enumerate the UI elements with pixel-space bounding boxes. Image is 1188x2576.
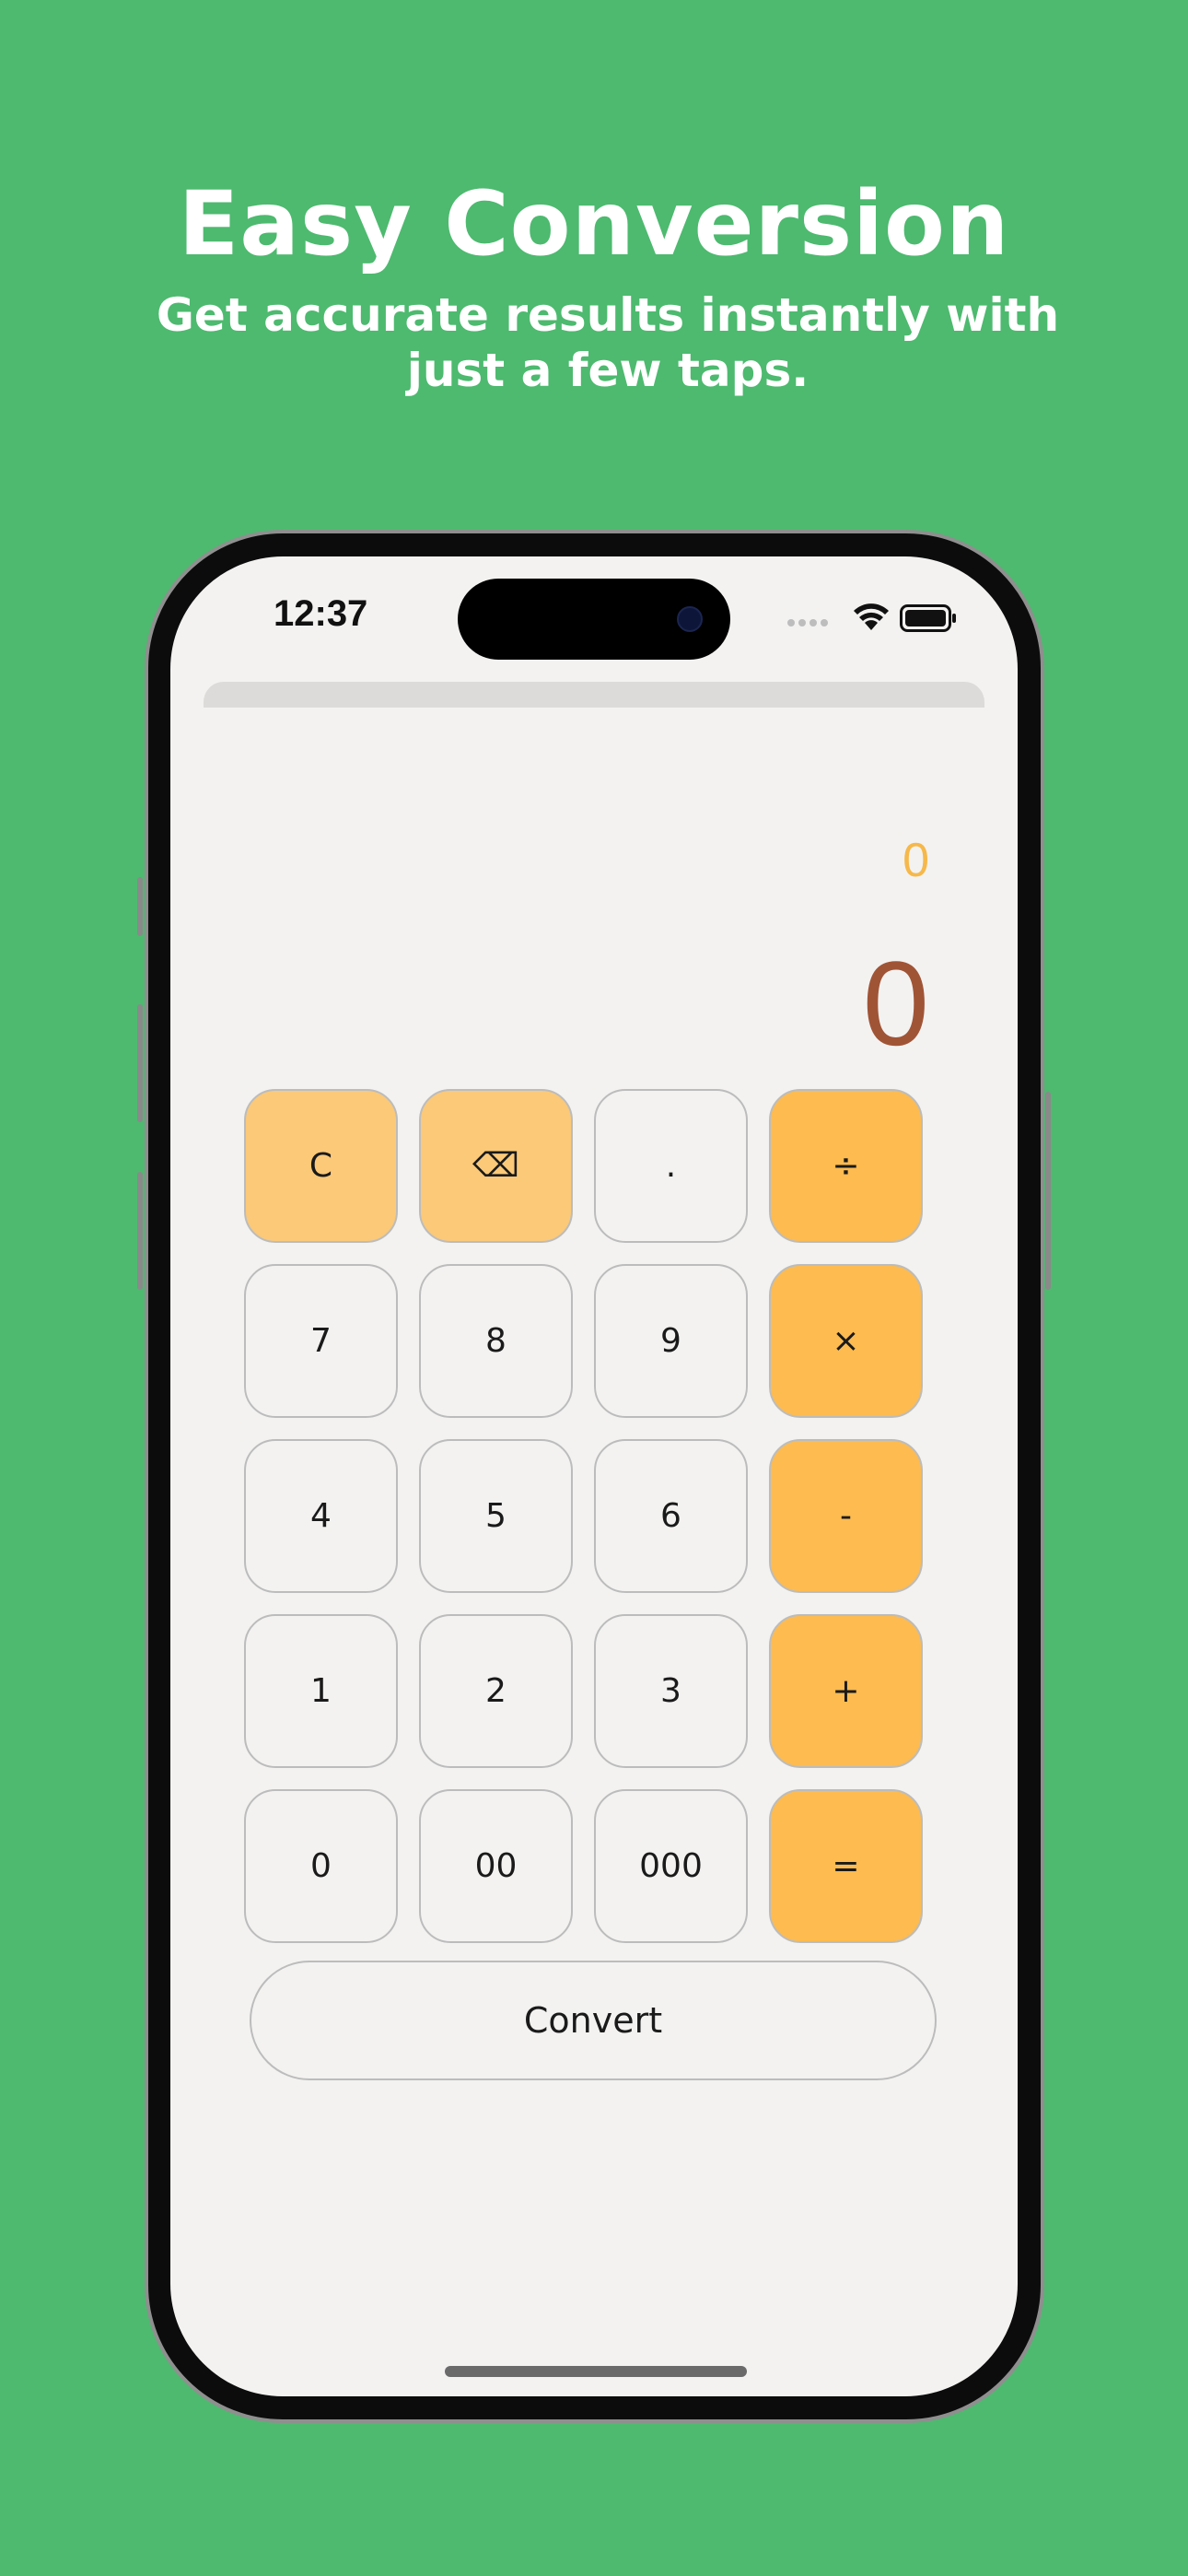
digit-1-button[interactable]: 1 [244, 1614, 398, 1768]
key-label: 00 [474, 1847, 518, 1885]
equals-button[interactable]: = [769, 1789, 923, 1943]
decimal-button[interactable]: . [594, 1089, 748, 1243]
key-label: . [665, 1147, 677, 1185]
power-button [1045, 1092, 1051, 1290]
key-label: = [832, 1847, 860, 1885]
digit-5-button[interactable]: 5 [419, 1439, 573, 1593]
convert-button[interactable]: Convert [250, 1961, 937, 2080]
primary-display-value: 0 [862, 936, 929, 1071]
volume-down-button [137, 1172, 143, 1290]
dynamic-island [458, 579, 730, 660]
action-button [137, 877, 143, 936]
digit-6-button[interactable]: 6 [594, 1439, 748, 1593]
promo-subhead: Get accurate results instantly with just… [156, 288, 1060, 397]
wifi-icon [854, 603, 889, 630]
triple-zero-button[interactable]: 000 [594, 1789, 748, 1943]
digit-2-button[interactable]: 2 [419, 1614, 573, 1768]
home-indicator[interactable] [445, 2366, 747, 2377]
multiply-button[interactable]: × [769, 1264, 923, 1418]
signal-dots-icon [787, 619, 828, 626]
app-screen: 12:37 0 0 C ⌫. ÷ 7 8 9 × 4 5 6-1 2 3 +0 00 000 = Conver… [170, 556, 1018, 2396]
key-label: 000 [639, 1847, 703, 1885]
clear-button[interactable]: C [244, 1089, 398, 1243]
divide-button[interactable]: ÷ [769, 1089, 923, 1243]
key-label: - [840, 1497, 852, 1535]
key-label: 9 [660, 1322, 681, 1360]
key-label: 5 [485, 1497, 507, 1535]
key-label: 7 [310, 1322, 332, 1360]
key-label: 0 [310, 1847, 332, 1885]
double-zero-button[interactable]: 00 [419, 1789, 573, 1943]
key-label: ÷ [832, 1147, 860, 1185]
add-button[interactable]: + [769, 1614, 923, 1768]
key-label: 1 [310, 1672, 332, 1710]
key-label: ⌫ [472, 1147, 519, 1185]
key-label: 4 [310, 1497, 332, 1535]
camera-icon [677, 606, 703, 632]
key-label: 3 [660, 1672, 681, 1710]
promo-headline: Easy Conversion [178, 172, 1010, 275]
keypad: C ⌫. ÷ 7 8 9 × 4 5 6-1 2 3 +0 00 000 = [244, 1089, 923, 1943]
key-label: 6 [660, 1497, 681, 1535]
digit-3-button[interactable]: 3 [594, 1614, 748, 1768]
key-label: × [832, 1322, 860, 1360]
digit-9-button[interactable]: 9 [594, 1264, 748, 1418]
sheet-handle [204, 682, 984, 708]
digit-4-button[interactable]: 4 [244, 1439, 398, 1593]
volume-up-button [137, 1004, 143, 1122]
digit-0-button[interactable]: 0 [244, 1789, 398, 1943]
secondary-display-value: 0 [903, 834, 929, 887]
battery-icon [900, 604, 956, 632]
subtract-button[interactable]: - [769, 1439, 923, 1593]
key-label: C [309, 1147, 333, 1185]
key-label: 8 [485, 1322, 507, 1360]
status-time: 12:37 [274, 593, 368, 634]
digit-7-button[interactable]: 7 [244, 1264, 398, 1418]
digit-8-button[interactable]: 8 [419, 1264, 573, 1418]
backspace-button[interactable]: ⌫ [419, 1089, 573, 1243]
key-label: 2 [485, 1672, 507, 1710]
key-label: + [832, 1672, 860, 1710]
